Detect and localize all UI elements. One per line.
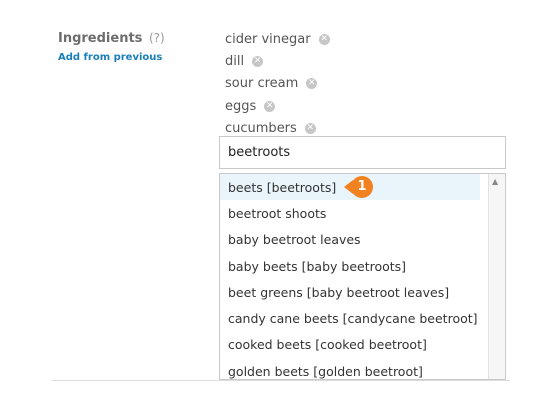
ingredient-tag: sour cream ✕ <box>225 73 330 95</box>
ingredient-tag-label: sour cream <box>225 76 299 92</box>
callout-badge: 1 <box>344 176 373 198</box>
suggestion-item[interactable]: cooked beets [cooked beetroot] <box>220 332 480 358</box>
suggestion-dropdown: beets [beetroots] beetroot shoots baby b… <box>219 173 506 380</box>
section-divider <box>52 380 510 381</box>
suggestion-item[interactable]: baby beetroot leaves <box>220 227 480 253</box>
ingredient-tag-label: dill <box>225 53 245 69</box>
ingredient-tag: dill ✕ <box>225 50 330 72</box>
ingredients-label: Ingredients (?) <box>58 31 165 46</box>
suggestion-item[interactable]: baby beets [baby beetroots] <box>220 253 480 279</box>
dropdown-scrollbar[interactable]: ▲ <box>488 174 505 379</box>
remove-tag-icon[interactable]: ✕ <box>306 78 318 90</box>
remove-tag-icon[interactable]: ✕ <box>318 33 330 45</box>
remove-tag-icon[interactable]: ✕ <box>304 122 316 134</box>
callout-number: 1 <box>351 176 373 198</box>
suggestion-item[interactable]: beetroot shoots <box>220 200 480 226</box>
scroll-up-arrow-icon[interactable]: ▲ <box>492 177 498 187</box>
ingredient-tags: cider vinegar ✕ dill ✕ sour cream ✕ eggs… <box>225 28 330 139</box>
ingredient-tag-label: eggs <box>225 98 257 114</box>
ingredient-tag: cider vinegar ✕ <box>225 28 330 50</box>
remove-tag-icon[interactable]: ✕ <box>252 55 264 67</box>
suggestion-item[interactable]: beet greens [baby beetroot leaves] <box>220 279 480 305</box>
ingredient-tag-label: cucumbers <box>225 120 297 136</box>
help-link[interactable]: (?) <box>149 31 165 45</box>
suggestion-item[interactable]: golden beets [golden beetroot] <box>220 358 480 379</box>
ingredients-label-text: Ingredients <box>58 31 143 46</box>
ingredient-tag: eggs ✕ <box>225 95 330 117</box>
ingredient-tag-label: cider vinegar <box>225 31 311 47</box>
ingredient-search-input[interactable] <box>219 136 506 169</box>
remove-tag-icon[interactable]: ✕ <box>264 100 276 112</box>
suggestion-item[interactable]: candy cane beets [candycane beetroot] <box>220 305 480 331</box>
add-from-previous-link[interactable]: Add from previous <box>58 52 162 63</box>
